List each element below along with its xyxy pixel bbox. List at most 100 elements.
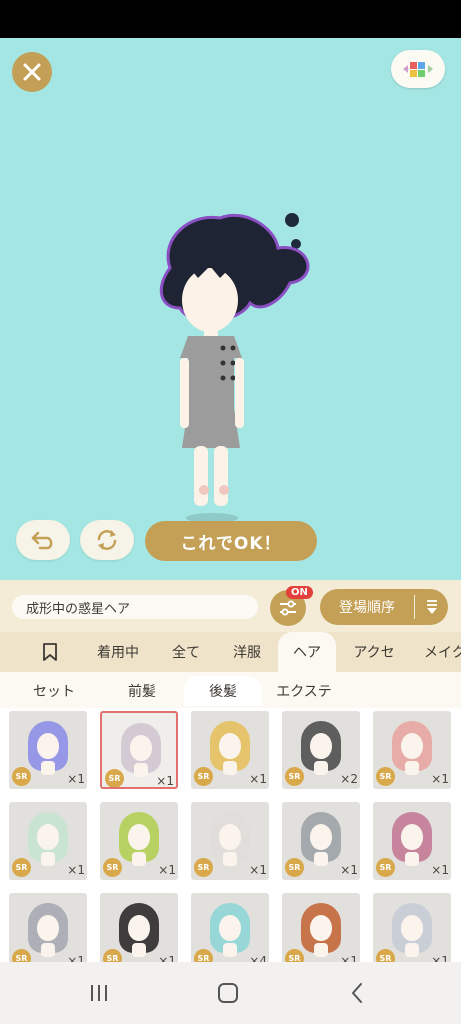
mannequin-neck [134, 763, 148, 777]
subtab-extensions[interactable]: エクステ [264, 676, 344, 706]
tab-makeup[interactable]: メイク [414, 632, 461, 672]
hair-item-card[interactable]: SR ×1 [373, 802, 451, 880]
rarity-badge: SR [12, 767, 31, 786]
hair-item-card[interactable]: SR ×1 [282, 802, 360, 880]
item-count: ×1 [158, 954, 176, 962]
hair-item-card[interactable]: SR ×1 [100, 711, 178, 789]
mannequin-head [128, 824, 150, 850]
item-count: ×1 [340, 954, 358, 962]
mannequin-neck [405, 761, 419, 775]
tab-hair[interactable]: ヘア [278, 632, 336, 672]
item-count: ×1 [340, 863, 358, 877]
rarity-badge: SR [12, 858, 31, 877]
home-button[interactable] [213, 981, 243, 1005]
sort-list-icon[interactable] [415, 599, 448, 615]
item-count: ×1 [67, 772, 85, 786]
hair-item-card[interactable]: SR ×1 [191, 802, 269, 880]
item-count: ×1 [431, 772, 449, 786]
rarity-badge: SR [285, 767, 304, 786]
selected-item-name: 成形中の惑星ヘア [12, 595, 258, 619]
mannequin-head [310, 824, 332, 850]
tab-accessories[interactable]: アクセ [342, 632, 406, 672]
mannequin-head [401, 915, 423, 941]
back-icon [352, 983, 362, 1003]
hair-item-card[interactable]: SR ×1 [100, 893, 178, 962]
home-icon [218, 983, 238, 1003]
item-count: ×1 [67, 954, 85, 962]
mannequin-head [401, 733, 423, 759]
mannequin-head [37, 824, 59, 850]
hair-item-card[interactable]: SR ×1 [9, 711, 87, 789]
subtab-bangs[interactable]: 前髪 [104, 676, 180, 706]
bookmark-tab[interactable] [30, 632, 70, 672]
rarity-badge: SR [194, 949, 213, 962]
confirm-ok-button[interactable]: これでOK！ [145, 521, 317, 561]
hair-item-card[interactable]: SR ×1 [100, 802, 178, 880]
mannequin-head [401, 824, 423, 850]
mannequin-neck [405, 943, 419, 957]
rarity-badge: SR [12, 949, 31, 962]
recent-apps-button[interactable] [84, 981, 114, 1005]
undo-button[interactable] [16, 520, 70, 560]
item-count: ×1 [249, 772, 267, 786]
item-count: ×4 [249, 954, 267, 962]
hair-item-card[interactable]: SR ×1 [373, 893, 451, 962]
mannequin-head [37, 915, 59, 941]
mannequin-neck [223, 943, 237, 957]
mannequin-neck [132, 943, 146, 957]
tab-all[interactable]: 全て [160, 632, 212, 672]
rarity-badge: SR [285, 949, 304, 962]
tab-clothes[interactable]: 洋服 [222, 632, 272, 672]
mannequin-neck [132, 852, 146, 866]
mannequin-neck [405, 852, 419, 866]
rarity-badge: SR [103, 949, 122, 962]
mannequin-head [219, 824, 241, 850]
hair-item-card[interactable]: SR ×1 [9, 802, 87, 880]
avatar-stage: これでOK！ [0, 38, 461, 580]
rotate-button[interactable] [80, 520, 134, 560]
filter-on-badge: ON [286, 586, 313, 599]
hair-item-card[interactable]: SR ×1 [282, 893, 360, 962]
mannequin-head [219, 733, 241, 759]
item-count: ×1 [156, 774, 174, 788]
layout-menu-button[interactable] [391, 50, 445, 88]
mannequin-neck [314, 943, 328, 957]
subtab-back-hair[interactable]: 後髪 [184, 676, 262, 706]
tab-wearing[interactable]: 着用中 [84, 632, 152, 672]
rarity-badge: SR [376, 858, 395, 877]
mannequin-head [310, 915, 332, 941]
hair-item-card[interactable]: SR ×2 [282, 711, 360, 789]
rarity-badge: SR [103, 858, 122, 877]
hair-item-card[interactable]: SR ×1 [373, 711, 451, 789]
close-button[interactable] [12, 52, 52, 92]
mannequin-neck [223, 761, 237, 775]
hair-item-card[interactable]: SR ×4 [191, 893, 269, 962]
colorful-tiles-icon [403, 62, 433, 77]
category-tabs: 着用中 全て 洋服 ヘア アクセ メイク [0, 632, 461, 672]
sort-label: 登場順序 [339, 600, 395, 616]
item-count: ×1 [67, 863, 85, 877]
hair-item-card[interactable]: SR ×1 [191, 711, 269, 789]
mannequin-head [128, 915, 150, 941]
system-nav-bar [0, 962, 461, 1024]
subtab-set[interactable]: セット [16, 676, 92, 706]
close-icon [23, 63, 41, 81]
rarity-badge: SR [105, 769, 124, 787]
hair-item-card[interactable]: SR ×1 [9, 893, 87, 962]
mannequin-neck [41, 761, 55, 775]
rarity-badge: SR [194, 858, 213, 877]
mannequin-head [310, 733, 332, 759]
rarity-badge: SR [194, 767, 213, 786]
mannequin-head [219, 915, 241, 941]
undo-icon [31, 531, 53, 550]
mannequin-neck [314, 761, 328, 775]
mannequin-neck [223, 852, 237, 866]
rarity-badge: SR [376, 767, 395, 786]
item-grid: SR ×1 SR ×1 SR ×1 SR ×2 SR ×1 SR ×1 SR ×1 SR ×1 SR ×1 SR ×1… [0, 708, 461, 962]
mannequin-neck [41, 943, 55, 957]
mannequin-neck [41, 852, 55, 866]
sort-order-button[interactable]: 登場順序 [320, 589, 448, 625]
item-info-bar: 成形中の惑星ヘア ON 登場順序 [0, 580, 461, 632]
back-button[interactable] [342, 981, 372, 1005]
avatar-character[interactable] [150, 208, 320, 528]
